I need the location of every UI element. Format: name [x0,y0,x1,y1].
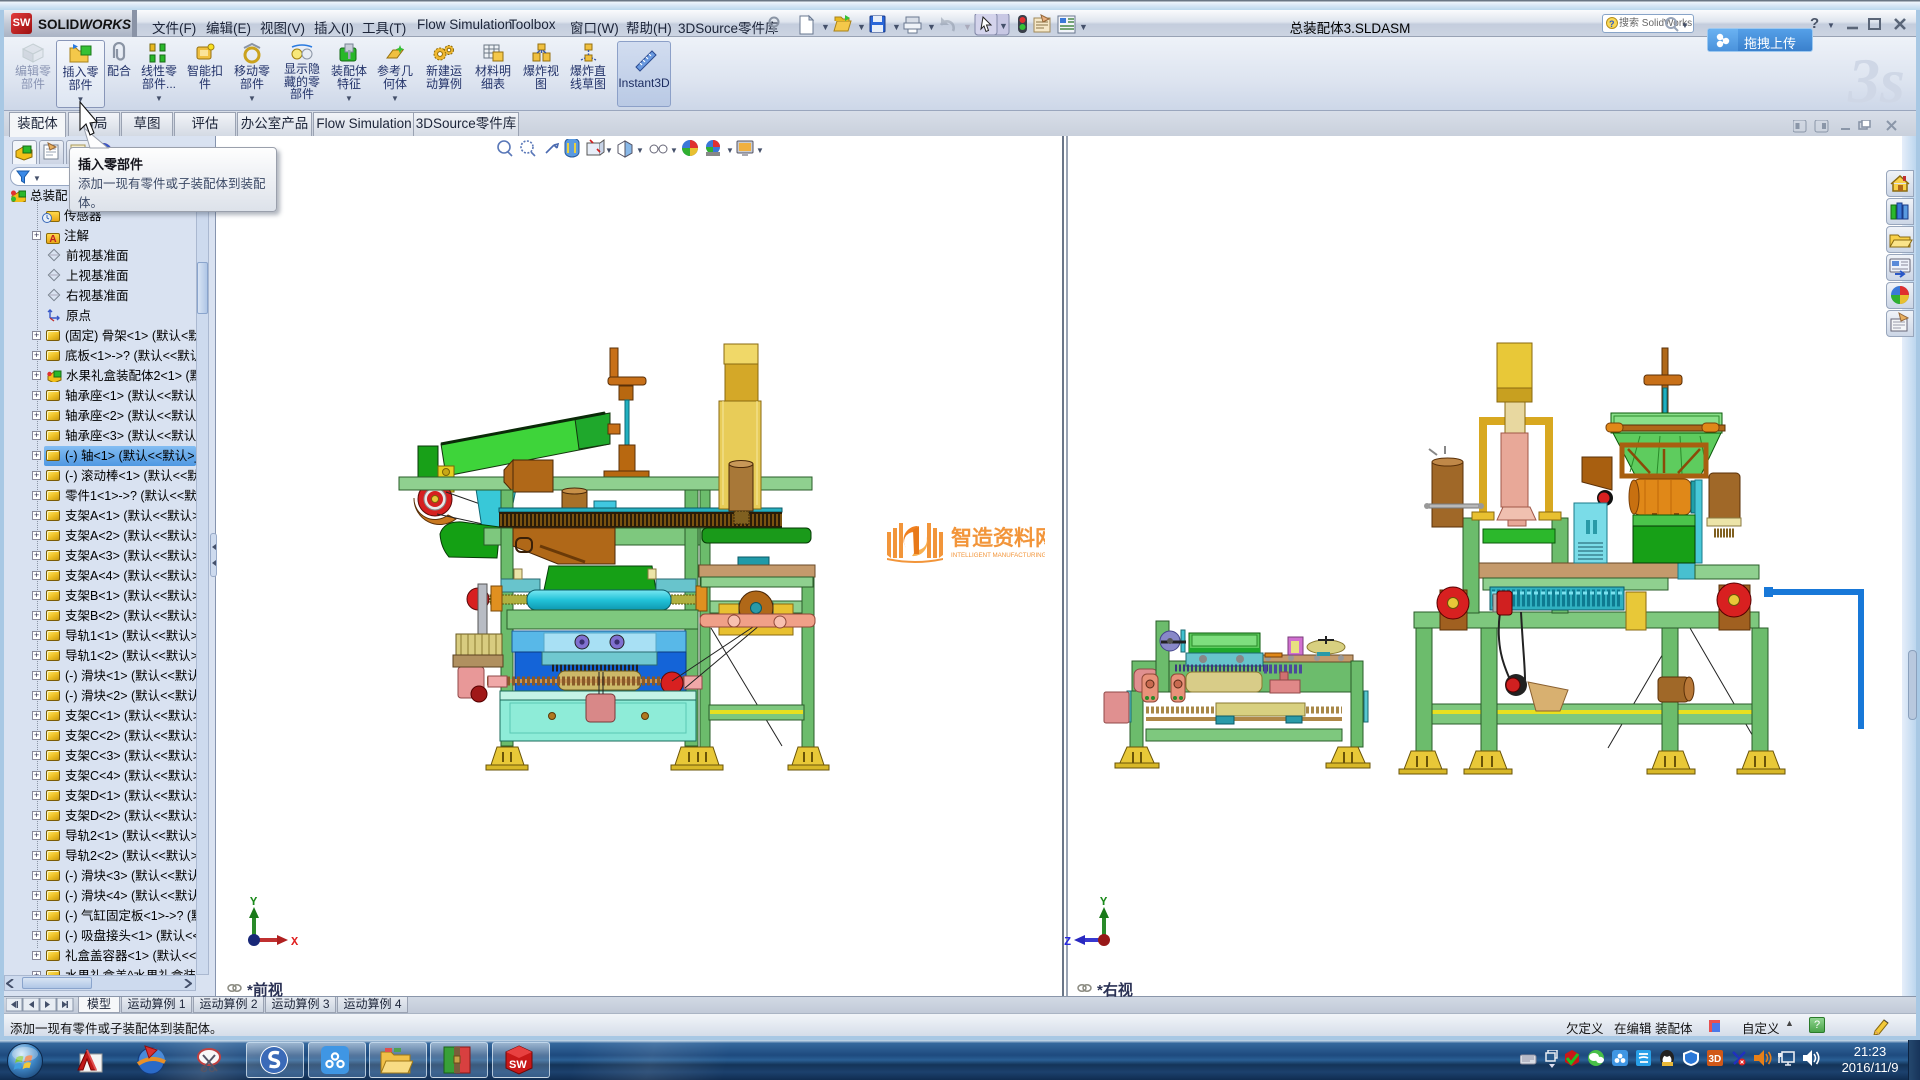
svg-text:▼: ▼ [927,22,936,32]
svg-text:▼: ▼ [1681,21,1689,30]
svg-text:Y: Y [1100,895,1108,909]
svg-text:▼: ▼ [726,146,734,155]
svg-text:▼: ▼ [756,146,764,155]
svg-text:▼: ▼ [636,146,644,155]
svg-text:▼: ▼ [963,22,972,32]
svg-text:INTELLIGENT MANUFACTURING DATA: INTELLIGENT MANUFACTURING DATA [951,552,1045,559]
svg-text:▼: ▼ [821,22,830,32]
svg-text:▼: ▼ [33,174,41,183]
svg-text:▼: ▼ [999,21,1008,31]
svg-text:SW: SW [509,1059,527,1071]
svg-text:▼: ▼ [605,146,613,155]
svg-text:3D: 3D [1709,1054,1722,1065]
svg-text:智造资料网: 智造资料网 [951,526,1045,550]
svg-text:?: ? [1609,19,1615,29]
svg-text:▼: ▼ [1079,22,1087,32]
svg-text:▼: ▼ [670,146,678,155]
svg-text:X: X [291,935,299,948]
svg-text:Z: Z [1064,935,1071,948]
svg-text:▼: ▼ [857,22,866,32]
svg-text:Y: Y [250,895,258,909]
svg-text:▼: ▼ [892,22,901,32]
